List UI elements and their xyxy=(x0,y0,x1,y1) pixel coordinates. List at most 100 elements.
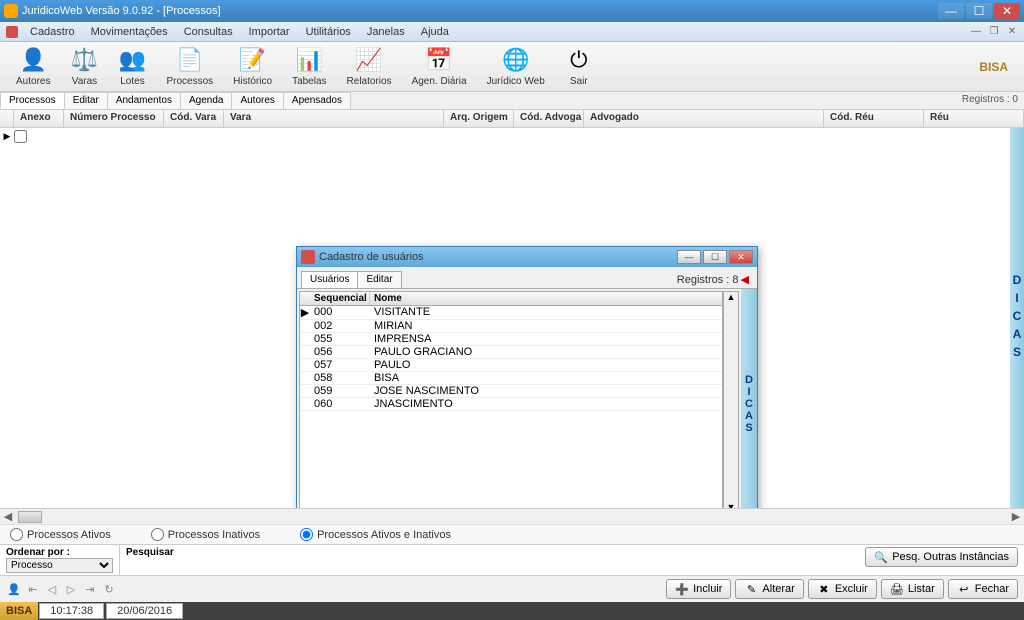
tool-lotes[interactable]: 👥Lotes xyxy=(108,44,156,89)
dialog-tips-sidebar[interactable]: DICAS xyxy=(741,289,757,508)
tool-jurídico-web[interactable]: 🌐Jurídico Web xyxy=(477,44,555,89)
grid-marker-col xyxy=(0,110,14,127)
tab-processos[interactable]: Processos xyxy=(0,92,65,109)
tool-varas[interactable]: ⚖️Varas xyxy=(60,44,108,89)
menu-janelas[interactable]: Janelas xyxy=(359,24,413,40)
row-marker-icon xyxy=(300,320,310,332)
grid-hscrollbar[interactable]: ◀ ▶ xyxy=(0,508,1024,524)
user-row[interactable]: ▶000VISITANTE xyxy=(300,306,722,320)
close-button[interactable]: ✕ xyxy=(994,3,1020,19)
user-row[interactable]: 055IMPRENSA xyxy=(300,333,722,346)
main-nav-next-icon[interactable]: ▷ xyxy=(63,581,79,597)
tool-histórico[interactable]: 📝Histórico xyxy=(223,44,282,89)
col-cod-reu[interactable]: Cód. Réu xyxy=(824,110,924,127)
menu-movimentações[interactable]: Movimentações xyxy=(83,24,176,40)
user-nome: PAULO xyxy=(370,359,722,371)
user-seq: 002 xyxy=(310,320,370,332)
user-row[interactable]: 002MIRIAN xyxy=(300,320,722,333)
tool-autores[interactable]: 👤Autores xyxy=(6,44,60,89)
scroll-down-icon[interactable]: ▼ xyxy=(724,502,738,508)
excluir-button[interactable]: ✖Excluir xyxy=(808,579,877,599)
filter-both[interactable]: Processos Ativos e Inativos xyxy=(300,528,451,541)
menu-consultas[interactable]: Consultas xyxy=(176,24,241,40)
user-row[interactable]: 060JNASCIMENTO xyxy=(300,398,722,411)
scroll-left-icon[interactable]: ◀ xyxy=(0,510,16,523)
dialog-close-button[interactable]: ✕ xyxy=(729,250,753,264)
dialog-minimize-button[interactable]: — xyxy=(677,250,701,264)
user-row[interactable]: 058BISA xyxy=(300,372,722,385)
tool-sair[interactable]: ⏻Sair xyxy=(555,44,603,89)
order-select[interactable]: Processo xyxy=(6,558,113,573)
agen. diária-icon: 📅 xyxy=(425,46,453,74)
user-seq: 000 xyxy=(310,306,370,319)
fechar-button[interactable]: ↩Fechar xyxy=(948,579,1018,599)
menu-cadastro[interactable]: Cadastro xyxy=(22,24,83,40)
alterar-button[interactable]: ✎Alterar xyxy=(735,579,803,599)
col-numero[interactable]: Número Processo xyxy=(64,110,164,127)
scroll-up-icon[interactable]: ▲ xyxy=(724,292,738,306)
user-row[interactable]: 057PAULO xyxy=(300,359,722,372)
col-vara[interactable]: Vara xyxy=(224,110,444,127)
tool-tabelas[interactable]: 📊Tabelas xyxy=(282,44,336,89)
scroll-right-icon[interactable]: ▶ xyxy=(1008,510,1024,523)
mdi-restore-button[interactable]: ❐ xyxy=(986,25,1002,39)
user-col-sequencial[interactable]: Sequencial xyxy=(310,292,370,305)
dialog-vscrollbar[interactable]: ▲ ▼ xyxy=(723,291,739,508)
user-row[interactable]: 059JOSE NASCIMENTO xyxy=(300,385,722,398)
col-cod-advog[interactable]: Cód. Advoga xyxy=(514,110,584,127)
main-nav-prev-icon[interactable]: ◁ xyxy=(44,581,60,597)
dialog-tab-usuarios[interactable]: Usuários xyxy=(301,271,358,288)
mdi-minimize-button[interactable]: — xyxy=(968,25,984,39)
col-reu[interactable]: Réu xyxy=(924,110,1024,127)
menu-importar[interactable]: Importar xyxy=(241,24,298,40)
user-nome: BISA xyxy=(370,372,722,384)
tool-relatorios[interactable]: 📈Relatorios xyxy=(337,44,402,89)
tips-sidebar[interactable]: DICAS xyxy=(1010,128,1024,508)
main-nav-last-icon[interactable]: ⇥ xyxy=(82,581,98,597)
scroll-thumb[interactable] xyxy=(18,511,42,523)
tab-andamentos[interactable]: Andamentos xyxy=(107,92,181,109)
main-nav-first-icon[interactable]: ⇤ xyxy=(25,581,41,597)
tab-editar[interactable]: Editar xyxy=(64,92,108,109)
delete-icon: ✖ xyxy=(817,582,831,596)
menu-ajuda[interactable]: Ajuda xyxy=(413,24,457,40)
filter-active[interactable]: Processos Ativos xyxy=(10,528,111,541)
tab-apensados[interactable]: Apensados xyxy=(283,92,351,109)
tab-agenda[interactable]: Agenda xyxy=(180,92,232,109)
col-advogado[interactable]: Advogado xyxy=(584,110,824,127)
main-nav-refresh-icon[interactable]: ↻ xyxy=(101,581,117,597)
minimize-button[interactable]: — xyxy=(938,3,964,19)
process-tabs: ProcessosEditarAndamentosAgendaAutoresAp… xyxy=(0,92,1024,110)
left-arrow-icon[interactable]: ◀ xyxy=(741,274,749,286)
row-checkbox[interactable] xyxy=(14,128,38,144)
incluir-button[interactable]: ➕Incluir xyxy=(666,579,731,599)
user-col-nome[interactable]: Nome xyxy=(370,292,722,305)
tab-autores[interactable]: Autores xyxy=(231,92,283,109)
row-marker-icon xyxy=(300,385,310,397)
menu-utilitários[interactable]: Utilitários xyxy=(298,24,359,40)
listar-button[interactable]: 🖨Listar xyxy=(881,579,944,599)
filter-inactive[interactable]: Processos Inativos xyxy=(151,528,260,541)
col-anexo[interactable]: Anexo xyxy=(14,110,64,127)
main-toolbar: 👤Autores⚖️Varas👥Lotes📄Processos📝Históric… xyxy=(0,42,1024,92)
tool-processos[interactable]: 📄Processos xyxy=(156,44,223,89)
col-cod-vara[interactable]: Cód. Vara xyxy=(164,110,224,127)
user-nome: VISITANTE xyxy=(370,306,722,319)
dialog-tab-editar[interactable]: Editar xyxy=(357,271,401,288)
sair-icon: ⏻ xyxy=(565,46,593,74)
user-seq: 060 xyxy=(310,398,370,410)
main-nav-user-icon[interactable]: 👤 xyxy=(6,581,22,597)
user-row[interactable]: 056PAULO GRACIANO xyxy=(300,346,722,359)
dialog-maximize-button[interactable]: ☐ xyxy=(703,250,727,264)
dialog-titlebar[interactable]: Cadastro de usuários — ☐ ✕ xyxy=(297,247,757,267)
col-arq-origem[interactable]: Arq. Origem xyxy=(444,110,514,127)
grid-row[interactable]: ▶ xyxy=(0,128,1024,144)
maximize-button[interactable]: ☐ xyxy=(966,3,992,19)
filter-row: Processos Ativos Processos Inativos Proc… xyxy=(0,524,1024,544)
search-other-instances-button[interactable]: 🔍Pesq. Outras Instâncias xyxy=(865,547,1018,567)
row-marker-icon xyxy=(300,333,310,345)
tool-agen--diária[interactable]: 📅Agen. Diária xyxy=(402,44,477,89)
user-seq: 056 xyxy=(310,346,370,358)
mdi-close-button[interactable]: ✕ xyxy=(1004,25,1020,39)
print-icon: 🖨 xyxy=(890,582,904,596)
